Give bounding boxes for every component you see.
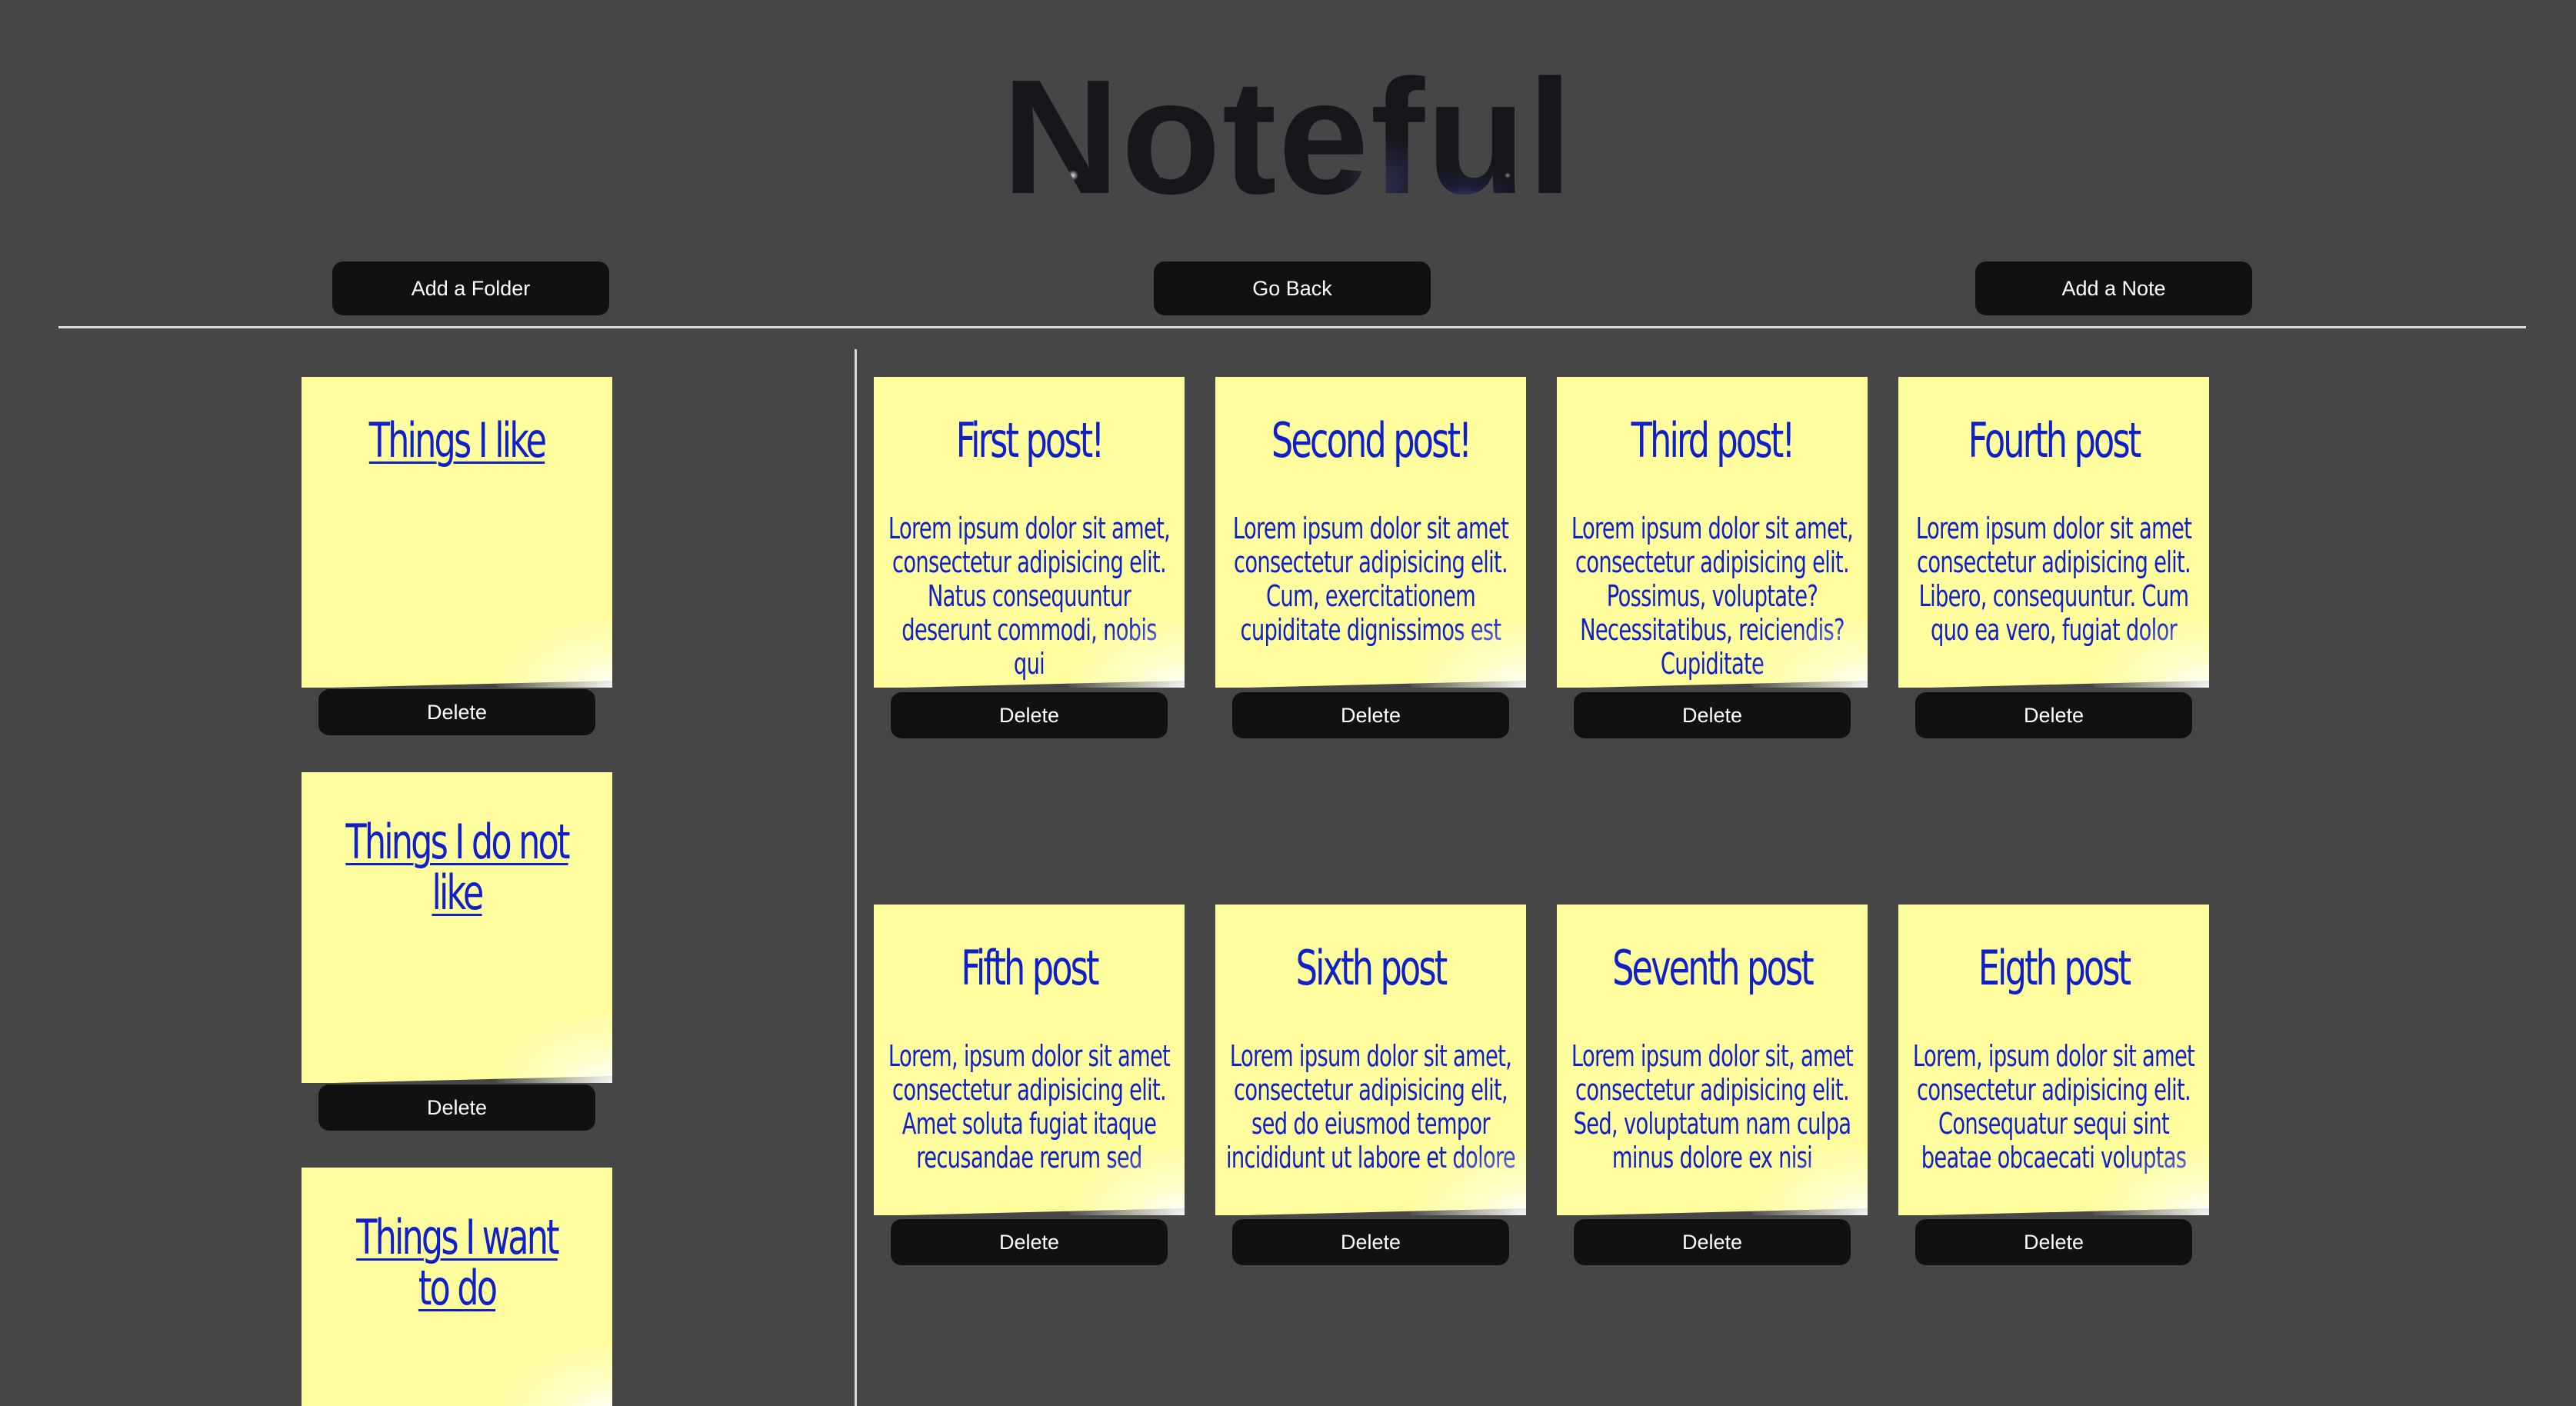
add-folder-button[interactable]: Add a Folder [332,262,609,315]
note-card: Eigth post Lorem, ipsum dolor sit amet c… [1898,905,2209,1215]
note-content: Lorem, ipsum dolor sit amet consectetur … [1912,1039,2195,1174]
sidebar-divider [855,349,857,1406]
delete-folder-button[interactable]: Delete [318,1084,595,1131]
folder-link[interactable]: Things I want to do [345,1168,569,1314]
page-curl [302,681,612,688]
note-title[interactable]: Seventh post [1601,905,1825,994]
delete-note-button[interactable]: Delete [891,692,1168,738]
noteful-app: Noteful Add a Folder Go Back Add a Note … [0,0,2576,1406]
note-content: Lorem, ipsum dolor sit amet consectetur … [888,1039,1171,1174]
page-curl [1215,681,1526,688]
page-curl [1898,1208,2209,1215]
page-curl [1215,1208,1526,1215]
go-back-button[interactable]: Go Back [1154,262,1431,315]
page-curl [1898,681,2209,688]
folder-card: Things I like [302,377,612,688]
add-note-button[interactable]: Add a Note [1975,262,2252,315]
note-content: Lorem ipsum dolor sit amet consectetur a… [1915,511,2192,647]
folder-link[interactable]: Things I do not like [345,772,570,918]
note-title[interactable]: Fifth post [918,905,1141,994]
app-title: Noteful [0,60,2576,214]
note-title[interactable]: Third post! [1601,377,1825,466]
delete-folder-button[interactable]: Delete [318,689,595,735]
delete-note-button[interactable]: Delete [891,1219,1168,1265]
page-curl [874,1208,1185,1215]
note-content: Lorem ipsum dolor sit amet consectetur a… [1232,511,1509,647]
note-title[interactable]: Second post! [1259,377,1483,466]
header-divider [58,326,2526,328]
note-card: Fifth post Lorem, ipsum dolor sit amet c… [874,905,1185,1215]
note-card: Seventh post Lorem ipsum dolor sit, amet… [1557,905,1868,1215]
note-title[interactable]: First post! [918,377,1141,466]
page-curl [1557,1208,1868,1215]
note-card: Sixth post Lorem ipsum dolor sit amet, c… [1215,905,1526,1215]
page-curl [302,1076,612,1083]
note-content: Lorem ipsum dolor sit amet, consectetur … [1225,1039,1516,1174]
note-title[interactable]: Eigth post [1942,905,2166,994]
delete-note-button[interactable]: Delete [1915,1219,2192,1265]
folder-card: Things I do not like [302,772,612,1083]
note-card: Third post! Lorem ipsum dolor sit amet, … [1557,377,1868,688]
folder-card: Things I want to do [302,1168,612,1406]
delete-note-button[interactable]: Delete [1574,692,1851,738]
page-curl [874,681,1185,688]
delete-note-button[interactable]: Delete [1574,1219,1851,1265]
delete-note-button[interactable]: Delete [1232,692,1509,738]
note-content: Lorem ipsum dolor sit amet, consectetur … [888,511,1171,681]
note-content: Lorem ipsum dolor sit, amet consectetur … [1571,1039,1854,1174]
note-card: Second post! Lorem ipsum dolor sit amet … [1215,377,1526,688]
note-title[interactable]: Sixth post [1259,905,1483,994]
note-content: Lorem ipsum dolor sit amet, consectetur … [1571,511,1854,681]
note-card: First post! Lorem ipsum dolor sit amet, … [874,377,1185,688]
delete-note-button[interactable]: Delete [1232,1219,1509,1265]
delete-note-button[interactable]: Delete [1915,692,2192,738]
page-curl [1557,681,1868,688]
note-title[interactable]: Fourth post [1942,377,2166,466]
note-card: Fourth post Lorem ipsum dolor sit amet c… [1898,377,2209,688]
folder-link[interactable]: Things I like [345,377,569,466]
